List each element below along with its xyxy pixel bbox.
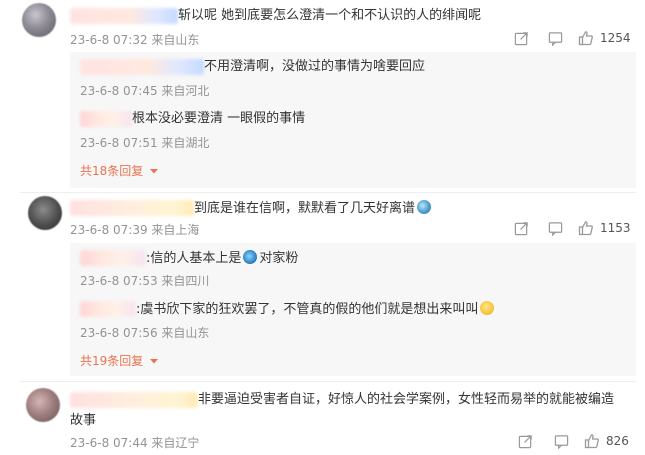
reply-text: :信的人基本上是 对家粉 [146, 250, 298, 267]
comment-meta: 23-6-8 07:44 来自辽宁 [70, 436, 200, 450]
reply-box: :信的人基本上是 对家粉 23-6-8 07:53 来自四川 :虞书欣下家的狂欢罢… [70, 243, 636, 376]
comment-text-body: 到底是谁在信啊，默默看了几天好离谱 [194, 201, 416, 216]
reply-username[interactable] [80, 111, 132, 127]
thumbs-up-icon [578, 31, 593, 46]
comment-meta: 23-6-8 07:39 来自上海 [70, 223, 200, 237]
chevron-down-icon [150, 359, 159, 364]
view-more-replies-link[interactable]: 共19条回复 [80, 354, 159, 368]
comment-button[interactable] [548, 221, 563, 236]
avatar[interactable] [26, 388, 60, 422]
avatar[interactable] [22, 3, 56, 37]
comment-section: 斩以呢 她到底要怎么澄清一个和不认识的人的绯闻呢 23-6-8 07:32 来自… [0, 0, 645, 455]
reply-meta: 23-6-8 07:51 来自湖北 [80, 136, 210, 150]
reply-box: 不用澄清啊，没做过的事情为啥要回应 23-6-8 07:45 来自河北 根本没必… [70, 52, 636, 188]
comment-button[interactable] [554, 434, 569, 449]
shark-emoji [417, 200, 432, 214]
reply-username[interactable] [80, 250, 146, 266]
like-count: 826 [606, 434, 629, 448]
username[interactable] [70, 8, 178, 24]
thumbs-up-icon [578, 221, 593, 236]
share-icon [518, 435, 532, 449]
reply-text: :虞书欣下家的狂欢罢了，不管真的假的他们就是想出来叫叫 [136, 301, 495, 318]
reply-text-part: 对家粉 [259, 251, 299, 266]
view-more-replies-link[interactable]: 共18条回复 [80, 164, 159, 178]
share-button[interactable] [518, 434, 533, 449]
sweat-smile-emoji [480, 301, 495, 315]
divider [20, 381, 636, 382]
like-button[interactable]: 1254 [578, 30, 631, 46]
comment-icon [554, 435, 569, 449]
like-button[interactable]: 1153 [578, 220, 631, 236]
like-count: 1254 [600, 31, 631, 45]
thumbs-up-icon [584, 434, 599, 449]
comment-text: 斩以呢 她到底要怎么澄清一个和不认识的人的绯闻呢 [178, 8, 482, 23]
comment-icon [548, 222, 563, 236]
like-count: 1153 [600, 221, 631, 235]
comment-button[interactable] [548, 31, 563, 46]
username[interactable] [70, 200, 194, 216]
share-icon [514, 222, 528, 236]
comment-text: 到底是谁在信啊，默默看了几天好离谱 [194, 200, 432, 217]
avatar[interactable] [28, 196, 62, 230]
share-button[interactable] [514, 31, 529, 46]
username[interactable] [70, 392, 198, 408]
share-button[interactable] [514, 221, 529, 236]
reply-username[interactable] [80, 301, 136, 317]
like-button[interactable]: 826 [584, 433, 629, 449]
reply-meta: 23-6-8 07:53 来自四川 [80, 274, 210, 288]
fish-emoji [243, 250, 258, 264]
reply-text: 不用澄清啊，没做过的事情为啥要回应 [204, 59, 426, 74]
comment-text-line2: 故事 [70, 413, 97, 428]
reply-meta: 23-6-8 07:56 来自山东 [80, 326, 210, 340]
comment-text-line1: 非要逼迫受害者自证，好惊人的社会学案例，女性轻而易举的就能被编造 [198, 392, 615, 407]
comment-icon [548, 32, 563, 46]
chevron-down-icon [150, 169, 159, 174]
more-replies-label: 共19条回复 [80, 354, 144, 368]
reply-meta: 23-6-8 07:45 来自河北 [80, 84, 210, 98]
reply-username[interactable] [80, 59, 204, 75]
comment-meta: 23-6-8 07:32 来自山东 [70, 33, 200, 47]
reply-text-body: :虞书欣下家的狂欢罢了，不管真的假的他们就是想出来叫叫 [136, 302, 479, 317]
reply-text-part: :信的人基本上是 [146, 251, 242, 266]
reply-text: 根本没必要澄清 一眼假的事情 [132, 111, 306, 126]
divider [20, 192, 636, 193]
more-replies-label: 共18条回复 [80, 164, 144, 178]
share-icon [514, 32, 528, 46]
